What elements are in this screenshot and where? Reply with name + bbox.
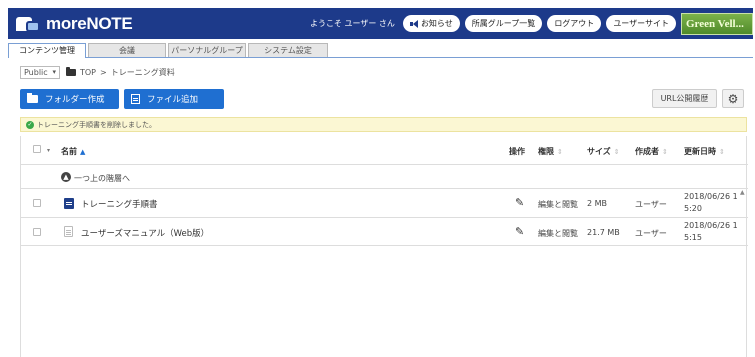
- select-all-checkbox[interactable]: [33, 145, 41, 153]
- user-site-button[interactable]: ユーザーサイト: [606, 15, 676, 32]
- green-value-logo-text: Green Vell...: [686, 17, 744, 30]
- breadcrumb-separator: >: [100, 68, 107, 77]
- file-updated-time: 5:20: [684, 204, 702, 213]
- file-size: 2 MB: [587, 199, 608, 208]
- logo-text: moreNOTE: [46, 13, 133, 33]
- tab-personal-group[interactable]: パーソナルグループ: [168, 43, 246, 57]
- folder-icon: [66, 67, 76, 76]
- file-author: ユーザー: [635, 200, 667, 209]
- file-updated-date: 2018/06/26 1: [684, 221, 738, 230]
- column-name[interactable]: 名前 ▲: [61, 146, 85, 157]
- file-permission: 編集と閲覧: [538, 229, 578, 238]
- edit-pencil-icon[interactable]: ✎: [515, 225, 524, 238]
- user-site-button-label: ユーザーサイト: [613, 19, 669, 28]
- gear-icon: ⚙: [727, 91, 739, 106]
- table-row[interactable]: トレーニング手順書 ✎ 編集と閲覧 2 MB ユーザー 2018/06/26 1…: [21, 189, 748, 218]
- tab-system-settings[interactable]: システム設定: [248, 43, 328, 57]
- file-icon: [131, 94, 140, 104]
- settings-button[interactable]: ⚙: [722, 89, 744, 108]
- create-folder-button[interactable]: フォルダー作成: [20, 89, 119, 109]
- file-author: ユーザー: [635, 229, 667, 238]
- sort-icon: ⇕: [557, 148, 563, 156]
- notice-button-label: お知らせ: [420, 19, 453, 28]
- file-table: ▾ 名前 ▲ 操作 権限 ⇕ サイズ ⇕ 作成者 ⇕ 更新日時 ⇕ ▲ 一つ上の階層へ: [20, 136, 748, 357]
- column-size[interactable]: サイズ ⇕: [587, 146, 620, 157]
- select-menu-caret-icon[interactable]: ▾: [47, 147, 50, 154]
- folder-icon: [27, 93, 38, 103]
- breadcrumb: Public TOP > トレーニング資料: [20, 66, 175, 79]
- row-checkbox[interactable]: [33, 228, 41, 236]
- logout-button[interactable]: ログアウト: [547, 15, 602, 32]
- table-header: ▾ 名前 ▲ 操作 権限 ⇕ サイズ ⇕ 作成者 ⇕ 更新日時 ⇕: [21, 136, 748, 165]
- sort-icon: ⇕: [662, 148, 668, 156]
- app: moreNOTE ようこそ ユーザー さん お知らせ 所属グループ一覧 ログアウ…: [0, 0, 755, 357]
- add-file-button[interactable]: ファイル追加: [124, 89, 224, 109]
- check-icon: ✓: [26, 120, 34, 129]
- edit-pencil-icon[interactable]: ✎: [515, 196, 524, 209]
- arrow-up-icon: ▲: [61, 172, 71, 182]
- file-permission: 編集と閲覧: [538, 200, 578, 209]
- logo[interactable]: moreNOTE: [16, 13, 133, 34]
- group-list-button-label: 所属グループ一覧: [471, 19, 536, 28]
- column-updated[interactable]: 更新日時 ⇕: [684, 146, 725, 157]
- tab-meeting[interactable]: 会議: [88, 43, 166, 57]
- url-history-label: URL公開履歴: [660, 94, 709, 103]
- column-ops: 操作: [509, 147, 525, 156]
- file-name[interactable]: ユーザーズマニュアル（Web版）: [81, 227, 209, 239]
- parent-folder-row[interactable]: ▲ 一つ上の階層へ: [21, 165, 748, 189]
- welcome-text: ようこそ ユーザー さん: [310, 19, 395, 28]
- scope-select[interactable]: Public: [20, 66, 60, 79]
- green-value-logo[interactable]: Green Vell...: [681, 12, 753, 35]
- sort-icon: ⇕: [719, 148, 725, 156]
- group-list-button[interactable]: 所属グループ一覧: [464, 15, 543, 32]
- top-header: moreNOTE ようこそ ユーザー さん お知らせ 所属グループ一覧 ログアウ…: [8, 8, 753, 39]
- parent-folder-label: 一つ上の階層へ: [74, 174, 130, 183]
- logo-mark-icon: [16, 15, 40, 33]
- url-history-button[interactable]: URL公開履歴: [652, 89, 717, 108]
- main-tabs: コンテンツ管理 会議 パーソナルグループ システム設定: [8, 43, 753, 58]
- create-folder-label: フォルダー作成: [45, 95, 105, 105]
- success-notice: ✓ トレーニング手順書を削除しました。: [20, 117, 747, 132]
- breadcrumb-root[interactable]: TOP: [80, 68, 96, 77]
- file-updated-time: 5:15: [684, 233, 702, 242]
- logout-button-label: ログアウト: [554, 19, 595, 28]
- notice-button[interactable]: お知らせ: [402, 15, 460, 32]
- scroll-up-arrow-icon[interactable]: ▲: [740, 189, 745, 196]
- megaphone-icon: [409, 20, 419, 28]
- web-document-icon: [64, 226, 73, 237]
- file-size: 21.7 MB: [587, 228, 620, 237]
- tab-contents[interactable]: コンテンツ管理: [8, 43, 86, 58]
- table-row[interactable]: ユーザーズマニュアル（Web版） ✎ 編集と閲覧 21.7 MB ユーザー 20…: [21, 218, 748, 246]
- column-perm[interactable]: 権限 ⇕: [538, 146, 563, 157]
- file-name[interactable]: トレーニング手順書: [81, 198, 158, 210]
- column-author[interactable]: 作成者 ⇕: [635, 146, 668, 157]
- sort-asc-icon: ▲: [80, 148, 86, 156]
- add-file-label: ファイル追加: [147, 95, 199, 105]
- row-checkbox[interactable]: [33, 199, 41, 207]
- notice-text: トレーニング手順書を削除しました。: [37, 120, 156, 129]
- document-icon: [64, 198, 74, 209]
- file-updated-date: 2018/06/26 1: [684, 192, 738, 201]
- breadcrumb-current: トレーニング資料: [110, 68, 175, 77]
- sort-icon: ⇕: [613, 148, 620, 156]
